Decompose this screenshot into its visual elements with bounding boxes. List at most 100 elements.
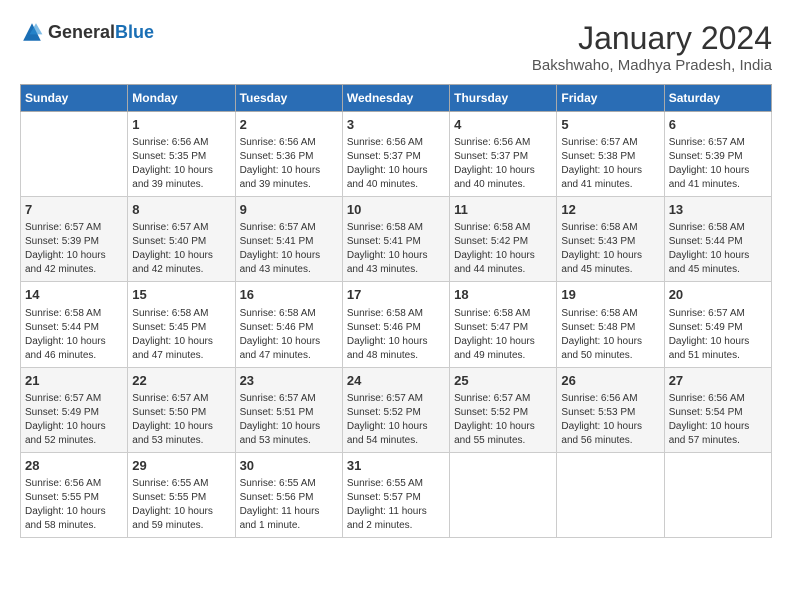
- day-info: Sunrise: 6:56 AM Sunset: 5:37 PM Dayligh…: [454, 136, 552, 192]
- day-info: Sunrise: 6:56 AM Sunset: 5:53 PM Dayligh…: [561, 392, 659, 448]
- day-info: Sunrise: 6:57 AM Sunset: 5:51 PM Dayligh…: [240, 392, 338, 448]
- day-number: 6: [669, 116, 767, 134]
- day-info: Sunrise: 6:58 AM Sunset: 5:45 PM Dayligh…: [132, 307, 230, 363]
- calendar-cell: 15 Sunrise: 6:58 AM Sunset: 5:45 PM Dayli…: [128, 282, 235, 367]
- day-number: 16: [240, 286, 338, 304]
- day-number: 12: [561, 201, 659, 219]
- month-year: January 2024: [532, 20, 772, 57]
- calendar-cell: 6 Sunrise: 6:57 AM Sunset: 5:39 PM Daylig…: [664, 112, 771, 197]
- logo-icon: [20, 20, 44, 44]
- day-info: Sunrise: 6:55 AM Sunset: 5:56 PM Dayligh…: [240, 477, 338, 533]
- day-header-wednesday: Wednesday: [342, 85, 449, 112]
- day-number: 23: [240, 372, 338, 390]
- calendar-cell: [557, 452, 664, 537]
- header-row: SundayMondayTuesdayWednesdayThursdayFrid…: [21, 85, 772, 112]
- calendar-cell: 7Sunrise: 6:57 AM Sunset: 5:39 PM Daylig…: [21, 197, 128, 282]
- logo-text-general: General: [48, 22, 115, 42]
- title-block: January 2024 Bakshwaho, Madhya Pradesh, …: [532, 20, 772, 74]
- calendar-cell: 24 Sunrise: 6:57 AM Sunset: 5:52 PM Dayli…: [342, 367, 449, 452]
- day-info: Sunrise: 6:58 AM Sunset: 5:44 PM Dayligh…: [669, 221, 767, 277]
- day-number: 18: [454, 286, 552, 304]
- day-header-friday: Friday: [557, 85, 664, 112]
- calendar-cell: 12Sunrise: 6:58 AM Sunset: 5:43 PM Dayli…: [557, 197, 664, 282]
- day-info: Sunrise: 6:56 AM Sunset: 5:54 PM Dayligh…: [669, 392, 767, 448]
- day-number: 20: [669, 286, 767, 304]
- day-header-sunday: Sunday: [21, 85, 128, 112]
- calendar-cell: 14Sunrise: 6:58 AM Sunset: 5:44 PM Dayli…: [21, 282, 128, 367]
- week-row-2: 7Sunrise: 6:57 AM Sunset: 5:39 PM Daylig…: [21, 197, 772, 282]
- day-info: Sunrise: 6:57 AM Sunset: 5:38 PM Dayligh…: [561, 136, 659, 192]
- day-number: 21: [25, 372, 123, 390]
- day-number: 26: [561, 372, 659, 390]
- day-number: 24: [347, 372, 445, 390]
- day-number: 10: [347, 201, 445, 219]
- logo: GeneralBlue: [20, 20, 154, 44]
- day-info: Sunrise: 6:58 AM Sunset: 5:42 PM Dayligh…: [454, 221, 552, 277]
- day-number: 1: [132, 116, 230, 134]
- calendar-cell: 22 Sunrise: 6:57 AM Sunset: 5:50 PM Dayli…: [128, 367, 235, 452]
- calendar-cell: 10 Sunrise: 6:58 AM Sunset: 5:41 PM Dayli…: [342, 197, 449, 282]
- calendar-cell: 28Sunrise: 6:56 AM Sunset: 5:55 PM Dayli…: [21, 452, 128, 537]
- day-info: Sunrise: 6:56 AM Sunset: 5:36 PM Dayligh…: [240, 136, 338, 192]
- calendar-cell: 16 Sunrise: 6:58 AM Sunset: 5:46 PM Dayli…: [235, 282, 342, 367]
- day-number: 5: [561, 116, 659, 134]
- calendar-cell: 17 Sunrise: 6:58 AM Sunset: 5:46 PM Dayli…: [342, 282, 449, 367]
- calendar-cell: 23 Sunrise: 6:57 AM Sunset: 5:51 PM Dayli…: [235, 367, 342, 452]
- calendar-cell: 25 Sunrise: 6:57 AM Sunset: 5:52 PM Dayli…: [450, 367, 557, 452]
- calendar-cell: 29 Sunrise: 6:55 AM Sunset: 5:55 PM Dayli…: [128, 452, 235, 537]
- day-number: 22: [132, 372, 230, 390]
- calendar-cell: 9 Sunrise: 6:57 AM Sunset: 5:41 PM Daylig…: [235, 197, 342, 282]
- day-info: Sunrise: 6:58 AM Sunset: 5:41 PM Dayligh…: [347, 221, 445, 277]
- day-info: Sunrise: 6:57 AM Sunset: 5:52 PM Dayligh…: [454, 392, 552, 448]
- day-number: 11: [454, 201, 552, 219]
- day-number: 19: [561, 286, 659, 304]
- day-header-tuesday: Tuesday: [235, 85, 342, 112]
- calendar-cell: 21 Sunrise: 6:57 AM Sunset: 5:49 PM Dayli…: [21, 367, 128, 452]
- day-number: 9: [240, 201, 338, 219]
- calendar-cell: 3 Sunrise: 6:56 AM Sunset: 5:37 PM Daylig…: [342, 112, 449, 197]
- location: Bakshwaho, Madhya Pradesh, India: [532, 57, 772, 74]
- day-number: 17: [347, 286, 445, 304]
- week-row-3: 14Sunrise: 6:58 AM Sunset: 5:44 PM Dayli…: [21, 282, 772, 367]
- day-info: Sunrise: 6:57 AM Sunset: 5:52 PM Dayligh…: [347, 392, 445, 448]
- calendar-cell: 30 Sunrise: 6:55 AM Sunset: 5:56 PM Dayli…: [235, 452, 342, 537]
- day-header-monday: Monday: [128, 85, 235, 112]
- day-header-thursday: Thursday: [450, 85, 557, 112]
- day-info: Sunrise: 6:57 AM Sunset: 5:50 PM Dayligh…: [132, 392, 230, 448]
- calendar-cell: 2Sunrise: 6:56 AM Sunset: 5:36 PM Daylig…: [235, 112, 342, 197]
- calendar-cell: 11 Sunrise: 6:58 AM Sunset: 5:42 PM Dayli…: [450, 197, 557, 282]
- day-info: Sunrise: 6:58 AM Sunset: 5:46 PM Dayligh…: [240, 307, 338, 363]
- day-info: Sunrise: 6:57 AM Sunset: 5:41 PM Dayligh…: [240, 221, 338, 277]
- calendar-cell: 26 Sunrise: 6:56 AM Sunset: 5:53 PM Dayli…: [557, 367, 664, 452]
- calendar-cell: 1 Sunrise: 6:56 AM Sunset: 5:35 PM Daylig…: [128, 112, 235, 197]
- day-number: 25: [454, 372, 552, 390]
- day-info: Sunrise: 6:57 AM Sunset: 5:39 PM Dayligh…: [669, 136, 767, 192]
- day-info: Sunrise: 6:57 AM Sunset: 5:49 PM Dayligh…: [25, 392, 123, 448]
- day-info: Sunrise: 6:56 AM Sunset: 5:35 PM Dayligh…: [132, 136, 230, 192]
- calendar-cell: 20Sunrise: 6:57 AM Sunset: 5:49 PM Dayli…: [664, 282, 771, 367]
- day-info: Sunrise: 6:55 AM Sunset: 5:55 PM Dayligh…: [132, 477, 230, 533]
- day-info: Sunrise: 6:58 AM Sunset: 5:44 PM Dayligh…: [25, 307, 123, 363]
- day-number: 13: [669, 201, 767, 219]
- day-number: 15: [132, 286, 230, 304]
- calendar-cell: [21, 112, 128, 197]
- day-info: Sunrise: 6:56 AM Sunset: 5:37 PM Dayligh…: [347, 136, 445, 192]
- calendar-cell: [664, 452, 771, 537]
- logo-text-blue: Blue: [115, 22, 154, 42]
- day-number: 30: [240, 457, 338, 475]
- day-number: 8: [132, 201, 230, 219]
- calendar-cell: 8Sunrise: 6:57 AM Sunset: 5:40 PM Daylig…: [128, 197, 235, 282]
- day-number: 3: [347, 116, 445, 134]
- calendar-cell: 18 Sunrise: 6:58 AM Sunset: 5:47 PM Dayli…: [450, 282, 557, 367]
- day-info: Sunrise: 6:58 AM Sunset: 5:47 PM Dayligh…: [454, 307, 552, 363]
- calendar-cell: 31Sunrise: 6:55 AM Sunset: 5:57 PM Dayli…: [342, 452, 449, 537]
- calendar-cell: [450, 452, 557, 537]
- day-number: 31: [347, 457, 445, 475]
- day-info: Sunrise: 6:58 AM Sunset: 5:46 PM Dayligh…: [347, 307, 445, 363]
- calendar-cell: 27 Sunrise: 6:56 AM Sunset: 5:54 PM Dayli…: [664, 367, 771, 452]
- calendar-body: 1 Sunrise: 6:56 AM Sunset: 5:35 PM Daylig…: [21, 112, 772, 538]
- day-number: 27: [669, 372, 767, 390]
- day-number: 29: [132, 457, 230, 475]
- week-row-1: 1 Sunrise: 6:56 AM Sunset: 5:35 PM Daylig…: [21, 112, 772, 197]
- calendar-cell: 4Sunrise: 6:56 AM Sunset: 5:37 PM Daylig…: [450, 112, 557, 197]
